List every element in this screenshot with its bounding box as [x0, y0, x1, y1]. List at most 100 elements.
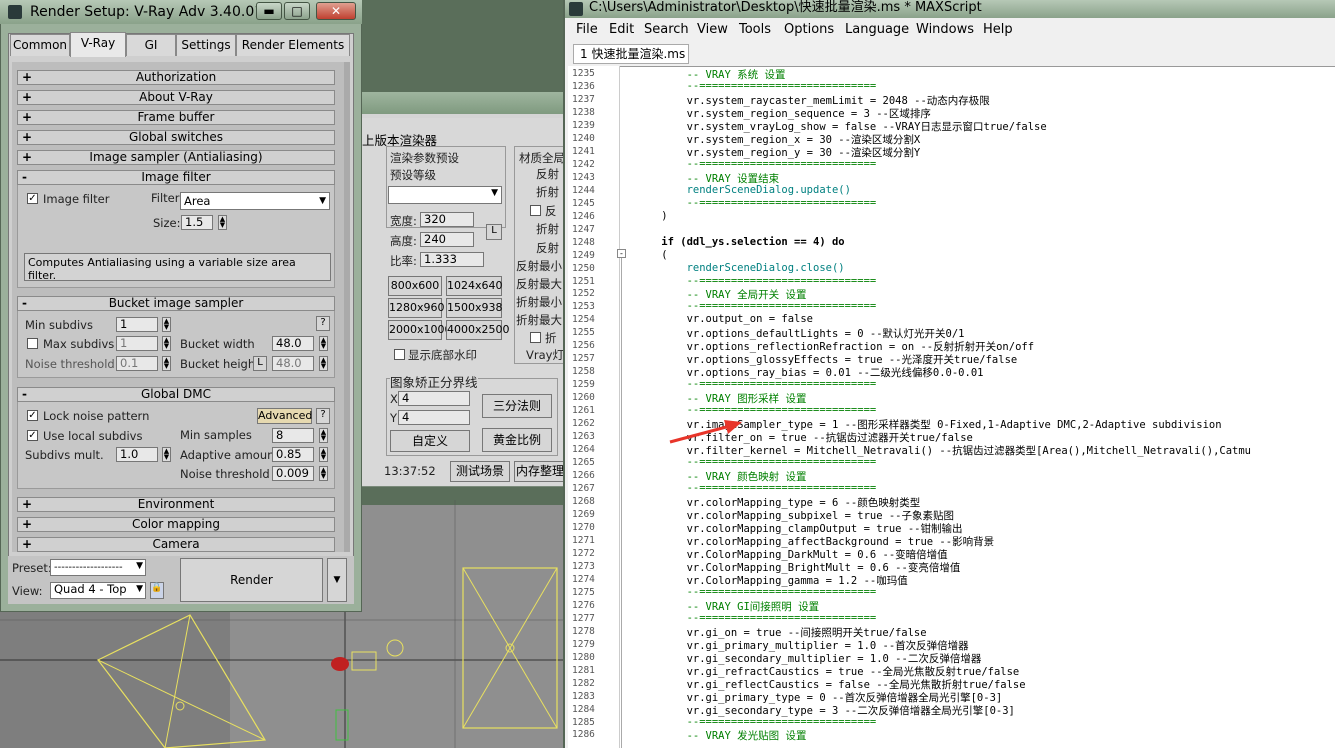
- menu-search[interactable]: Search: [644, 22, 689, 37]
- preset-level-select[interactable]: ▼: [388, 186, 502, 204]
- maxscript-titlebar[interactable]: C:\Users\Administrator\Desktop\快速批量渲染.ms…: [565, 0, 1335, 18]
- mat-checkbox[interactable]: [530, 205, 541, 216]
- rollout-scrollbar[interactable]: [344, 62, 350, 552]
- size-1280x960-button[interactable]: 1280x960: [388, 298, 445, 318]
- menu-tools[interactable]: Tools: [739, 22, 771, 37]
- filter-select[interactable]: Area ▼: [180, 192, 330, 210]
- size-4000x2500-button[interactable]: 4000x2500: [446, 320, 510, 340]
- size-800x600-button[interactable]: 800x600: [388, 276, 442, 296]
- line-number: 1267: [572, 483, 595, 495]
- lock-ratio-button[interactable]: L: [486, 224, 502, 240]
- size-1500x938-button[interactable]: 1500x938: [446, 298, 503, 318]
- bucket-lock-button[interactable]: L: [253, 356, 267, 371]
- menu-file[interactable]: File: [576, 22, 598, 37]
- quick-render-titlebar[interactable]: [358, 92, 570, 114]
- render-button[interactable]: Render: [180, 558, 323, 602]
- min-samples-input[interactable]: 8: [272, 428, 314, 443]
- fold-marker[interactable]: -: [617, 249, 626, 258]
- menu-view[interactable]: View: [697, 22, 728, 37]
- rollout-frame-buffer[interactable]: + Frame buffer: [17, 110, 335, 125]
- rollout-environment[interactable]: + Environment: [17, 497, 335, 512]
- tab-settings[interactable]: Settings: [176, 34, 236, 56]
- min-samples-spinner[interactable]: ▲ ▼: [319, 428, 328, 443]
- chevron-down-icon: ▼: [491, 188, 498, 198]
- bucket-width-input[interactable]: 48.0: [272, 336, 314, 351]
- noise-threshold-spinner[interactable]: ▲ ▼: [162, 356, 171, 371]
- size-1024x640-button[interactable]: 1024x640: [446, 276, 503, 296]
- line-number: 1268: [572, 496, 595, 507]
- lock-view-icon[interactable]: 🔒: [150, 582, 164, 599]
- preset-select[interactable]: ------------------- ▼: [50, 559, 146, 576]
- line-number: 1277: [572, 612, 595, 624]
- subdivs-mult-spinner[interactable]: ▲ ▼: [162, 447, 171, 462]
- image-filter-checkbox[interactable]: ✓: [27, 193, 38, 204]
- dmc-noise-threshold-spinner[interactable]: ▲ ▼: [319, 466, 328, 481]
- adaptive-amount-spinner[interactable]: ▲ ▼: [319, 447, 328, 462]
- subdivs-mult-input[interactable]: 1.0: [116, 447, 158, 462]
- bucket-height-input[interactable]: 48.0: [272, 356, 314, 371]
- advanced-button[interactable]: Advanced: [257, 408, 312, 424]
- memory-clean-button[interactable]: 内存整理: [514, 461, 566, 482]
- tab-vray[interactable]: V-Ray: [70, 32, 126, 57]
- size-input[interactable]: 1.5: [181, 215, 213, 230]
- maximize-button[interactable]: □: [284, 2, 310, 20]
- test-scene-button[interactable]: 测试场景: [450, 461, 510, 482]
- menu-windows[interactable]: Windows: [916, 22, 974, 37]
- code-line: renderSceneDialog.update(): [636, 183, 851, 196]
- noise-threshold-input[interactable]: 0.1: [116, 356, 158, 371]
- rollout-authorization[interactable]: + Authorization: [17, 70, 335, 85]
- bucket-help-button[interactable]: ?: [316, 316, 330, 331]
- bucket-height-label: Bucket height: [180, 357, 260, 371]
- rollout-color-mapping[interactable]: + Color mapping: [17, 517, 335, 532]
- tab-gi[interactable]: GI: [126, 34, 176, 56]
- max-subdivs-spinner[interactable]: ▲ ▼: [162, 336, 171, 351]
- bucket-width-spinner[interactable]: ▲ ▼: [319, 336, 328, 351]
- menu-help[interactable]: Help: [983, 22, 1013, 37]
- tab-common[interactable]: Common: [10, 34, 70, 56]
- max-subdivs-input[interactable]: 1: [116, 336, 158, 351]
- view-select[interactable]: Quad 4 - Top ▼: [50, 582, 146, 599]
- size-spinner[interactable]: ▲ ▼: [218, 215, 227, 230]
- max-subdivs-checkbox[interactable]: [27, 338, 38, 349]
- code-line: if (ddl_ys.selection == 4) do: [636, 235, 845, 248]
- menu-edit[interactable]: Edit: [609, 22, 634, 37]
- rollout-global-dmc[interactable]: - Global DMC: [17, 387, 335, 402]
- dmc-noise-threshold-input[interactable]: 0.009: [272, 466, 314, 481]
- rollout-about-vray[interactable]: + About V-Ray: [17, 90, 335, 105]
- minimize-button[interactable]: ▬: [256, 2, 282, 20]
- rollout-image-sampler[interactable]: + Image sampler (Antialiasing): [17, 150, 335, 165]
- rollout-bucket-sampler[interactable]: - Bucket image sampler: [17, 296, 335, 311]
- size-2000x1000-button[interactable]: 2000x1000: [388, 320, 452, 340]
- adaptive-amount-input[interactable]: 0.85: [272, 447, 314, 462]
- menu-options[interactable]: Options: [784, 22, 834, 37]
- line-number: 1263: [572, 431, 595, 443]
- mat-checkbox-2[interactable]: [530, 332, 541, 343]
- min-subdivs-input[interactable]: 1: [116, 317, 158, 332]
- lock-noise-checkbox[interactable]: ✓: [27, 410, 38, 421]
- tab-script-file[interactable]: 1 快速批量渲染.ms *: [573, 44, 689, 79]
- close-button[interactable]: ✕: [316, 2, 356, 20]
- collapse-icon: -: [22, 387, 27, 401]
- custom-button[interactable]: 自定义: [390, 430, 470, 452]
- x-input[interactable]: 4: [398, 391, 470, 406]
- menu-language[interactable]: Language: [845, 22, 909, 37]
- line-number: 1241: [572, 145, 595, 157]
- rollout-global-switches[interactable]: + Global switches: [17, 130, 335, 145]
- watermark-checkbox[interactable]: [394, 349, 405, 360]
- line-number: 1282: [572, 677, 595, 689]
- tab-render-elements[interactable]: Render Elements: [236, 34, 350, 56]
- min-subdivs-spinner[interactable]: ▲ ▼: [162, 317, 171, 332]
- golden-ratio-button[interactable]: 黄金比例: [482, 428, 552, 452]
- rollout-image-filter[interactable]: - Image filter: [17, 170, 335, 185]
- use-local-checkbox[interactable]: ✓: [27, 430, 38, 441]
- width-input[interactable]: 320: [420, 212, 474, 227]
- y-input[interactable]: 4: [398, 410, 470, 425]
- height-input[interactable]: 240: [420, 232, 474, 247]
- rollout-camera[interactable]: + Camera: [17, 537, 335, 552]
- bucket-height-spinner[interactable]: ▲ ▼: [319, 356, 328, 371]
- thirds-button[interactable]: 三分法则: [482, 394, 552, 418]
- render-dropdown-button[interactable]: ▼: [327, 558, 347, 602]
- dmc-help-button[interactable]: ?: [316, 408, 330, 424]
- ratio-input[interactable]: 1.333: [420, 252, 484, 267]
- mat-item-5: 反射最小: [516, 259, 562, 273]
